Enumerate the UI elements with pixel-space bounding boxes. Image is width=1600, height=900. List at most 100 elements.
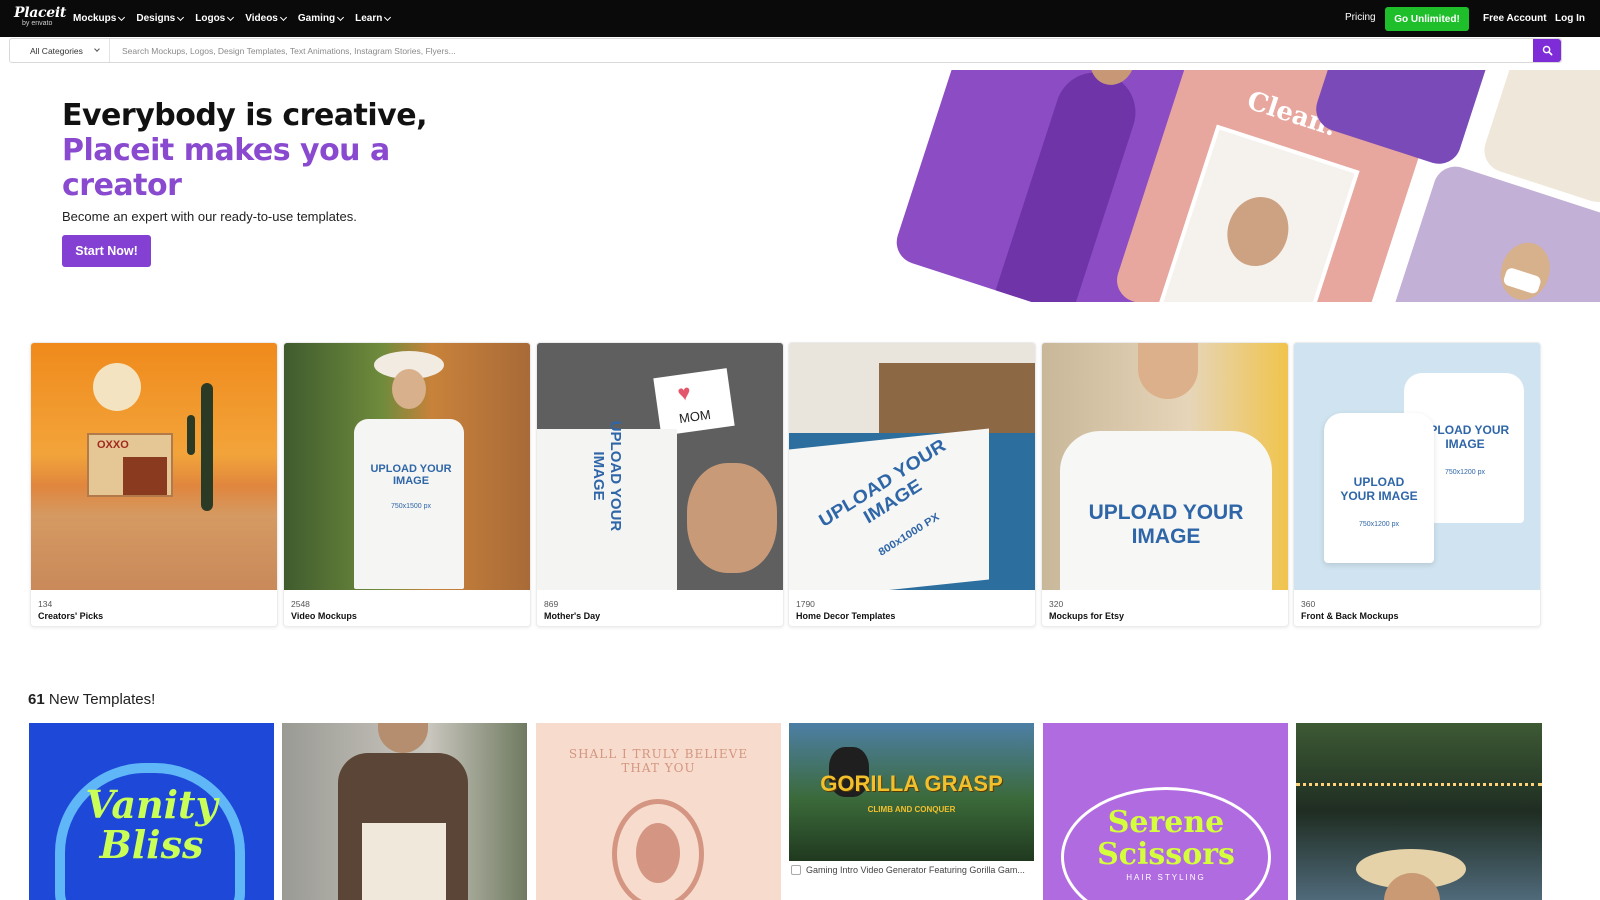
- template-vanity-bliss[interactable]: Vanity Bliss: [29, 723, 274, 900]
- template-art-subtext: HAIR STYLING: [1126, 873, 1206, 882]
- faces: [687, 463, 777, 573]
- upload-text: UPLOAD YOUR IMAGE: [1088, 501, 1244, 548]
- template-gorilla-grasp[interactable]: GORILLA GRASP CLIMB AND CONQUER: [789, 723, 1034, 861]
- top-navbar: Placeit by envato Mockups Designs Logos …: [0, 0, 1600, 37]
- pricing-link[interactable]: Pricing: [1345, 12, 1376, 23]
- upload-text: UPLOAD YOUR IMAGE: [590, 420, 624, 532]
- category-card-video-mockups[interactable]: UPLOAD YOUR IMAGE 750x1500 px 2548 Video…: [283, 342, 531, 627]
- video-icon: [791, 865, 801, 875]
- free-account-link[interactable]: Free Account: [1483, 13, 1547, 24]
- hero-collage: Clean.: [860, 70, 1600, 302]
- category-image: UPLOAD YOUR IMAGE: [1042, 343, 1288, 590]
- nav-learn-label: Learn: [355, 13, 383, 24]
- category-select-label: All Categories: [30, 45, 83, 56]
- category-card-mothers-day[interactable]: ♥ MOM UPLOAD YOUR IMAGE 869 Mother's Day: [536, 342, 784, 627]
- tshirt: UPLOAD YOUR IMAGE 750x1500 px: [354, 419, 464, 589]
- chevron-down-icon: [337, 13, 345, 21]
- template-tote-man[interactable]: [282, 723, 527, 900]
- category-title: Mother's Day: [544, 611, 601, 621]
- search-icon: [1542, 45, 1552, 56]
- template-art-text: SHALL I TRULY BELIEVE THAT YOU: [568, 747, 749, 775]
- template-caption[interactable]: Gaming Intro Video Generator Featuring G…: [789, 862, 1034, 878]
- upload-text: UPLOAD YOUR IMAGE: [1340, 475, 1418, 503]
- template-festival[interactable]: [1296, 723, 1542, 900]
- category-title: Home Decor Templates: [796, 611, 896, 621]
- store-window: [123, 457, 167, 495]
- category-card-home-decor[interactable]: UPLOAD YOUR IMAGE 800x1000 PX 1790 Home …: [788, 342, 1036, 627]
- hero-title: Everybody is creative, Placeit makes you…: [62, 98, 482, 203]
- tshirt: UPLOAD YOUR IMAGE: [537, 421, 677, 590]
- category-image: OXXO: [31, 343, 277, 590]
- mom-card: ♥ MOM: [653, 368, 735, 436]
- nav-designs[interactable]: Designs: [136, 13, 185, 24]
- search-input[interactable]: [118, 39, 1533, 62]
- category-card-front-back[interactable]: UPLOAD YOUR IMAGE 750x1200 px UPLOAD YOU…: [1293, 342, 1541, 627]
- category-card-creators-picks[interactable]: OXXO 134 Creators' Picks: [30, 342, 278, 627]
- chevron-down-icon: [94, 46, 100, 52]
- nav-mockups-label: Mockups: [73, 13, 117, 24]
- model-face: [1138, 343, 1198, 399]
- headboard: [879, 363, 1035, 433]
- new-templates-count: 61: [28, 691, 45, 708]
- search-bar: All Categories: [9, 38, 1562, 63]
- nav-gaming[interactable]: Gaming: [297, 13, 345, 24]
- nav-designs-label: Designs: [136, 13, 176, 24]
- nav-learn[interactable]: Learn: [355, 13, 392, 24]
- new-templates-label: New Templates!: [48, 691, 156, 708]
- chevron-down-icon: [384, 13, 392, 21]
- tshirt: UPLOAD YOUR IMAGE: [1060, 431, 1272, 590]
- new-templates-heading: 61 New Templates!: [28, 691, 155, 708]
- category-count: 134: [38, 599, 53, 609]
- heart-icon: ♥: [675, 379, 693, 407]
- go-unlimited-button[interactable]: Go Unlimited!: [1385, 7, 1469, 31]
- template-art-text: Vanity Bliss: [85, 782, 218, 867]
- category-card-mockups-etsy[interactable]: UPLOAD YOUR IMAGE 320 Mockups for Etsy: [1041, 342, 1289, 627]
- chevron-down-icon: [118, 13, 126, 21]
- template-art-text: GORILLA GRASP: [820, 771, 1003, 796]
- logo-subtext: by envato: [22, 20, 53, 27]
- upload-size: 750x1200 px: [1358, 521, 1400, 528]
- category-image: ♥ MOM UPLOAD YOUR IMAGE: [537, 343, 783, 590]
- placeit-logo[interactable]: Placeit by envato: [14, 6, 66, 28]
- category-image: UPLOAD YOUR IMAGE 750x1200 px UPLOAD YOU…: [1294, 343, 1540, 590]
- login-link[interactable]: Log In: [1555, 13, 1585, 24]
- cactus-arm: [187, 415, 195, 455]
- chevron-down-icon: [177, 13, 185, 21]
- store-sign: OXXO: [97, 439, 129, 451]
- template-belief[interactable]: SHALL I TRULY BELIEVE THAT YOU: [536, 723, 781, 900]
- nav-mockups[interactable]: Mockups: [73, 13, 126, 24]
- string-lights: [1296, 783, 1542, 787]
- start-now-button[interactable]: Start Now!: [62, 235, 151, 267]
- template-serene-scissors[interactable]: Serene Scissors HAIR STYLING: [1043, 723, 1288, 900]
- upload-size: 750x1500 px: [390, 503, 432, 510]
- tshirt-front: UPLOAD YOUR IMAGE 750x1200 px: [1324, 413, 1434, 563]
- mom-text: MOM: [678, 406, 712, 427]
- search-button[interactable]: [1533, 39, 1561, 62]
- nav-videos[interactable]: Videos: [245, 13, 287, 24]
- woman-head: [1493, 236, 1558, 302]
- main-nav: Mockups Designs Logos Videos Gaming Lear…: [73, 0, 402, 37]
- sun-icon: [93, 363, 141, 411]
- man-head: [378, 723, 428, 753]
- category-image: UPLOAD YOUR IMAGE 750x1500 px: [284, 343, 530, 590]
- nav-gaming-label: Gaming: [297, 13, 336, 24]
- template-art-text: Serene Scissors: [1097, 805, 1235, 872]
- category-title: Creators' Picks: [38, 611, 104, 621]
- category-image: UPLOAD YOUR IMAGE 800x1000 PX: [789, 343, 1035, 590]
- logo-text: Placeit: [14, 5, 67, 21]
- chevron-down-icon: [227, 13, 235, 21]
- category-select[interactable]: All Categories: [10, 39, 110, 62]
- category-count: 2548: [291, 599, 310, 609]
- category-count: 360: [1301, 599, 1316, 609]
- category-count: 1790: [796, 599, 815, 609]
- nav-videos-label: Videos: [245, 13, 278, 24]
- cactus-icon: [201, 383, 213, 511]
- upload-text: UPLOAD YOUR IMAGE: [815, 435, 950, 532]
- category-title: Mockups for Etsy: [1049, 611, 1125, 621]
- hero-subtitle: Become an expert with our ready-to-use t…: [62, 209, 357, 224]
- silhouette: [636, 823, 680, 883]
- nav-logos[interactable]: Logos: [195, 13, 235, 24]
- hero-title-line1: Everybody is creative,: [62, 98, 427, 133]
- nav-logos-label: Logos: [195, 13, 226, 24]
- tote-bag: [362, 823, 446, 900]
